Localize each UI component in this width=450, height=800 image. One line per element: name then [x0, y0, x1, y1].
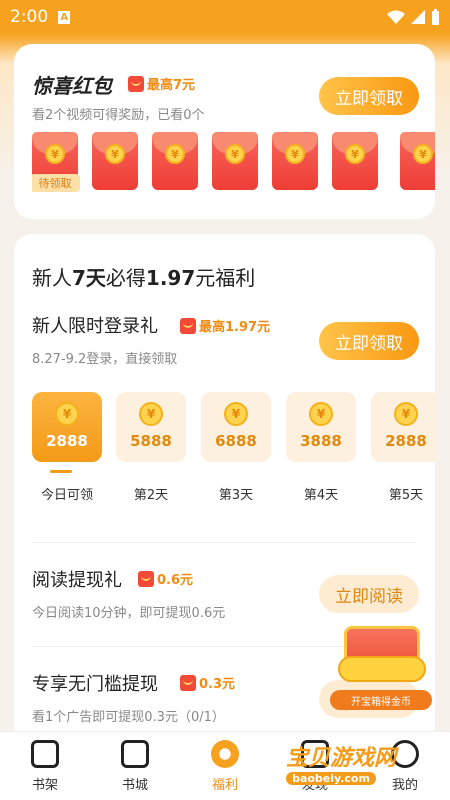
packet-list: ¥ 待领取 ¥ ¥ ¥ ¥ ¥ ¥ [32, 132, 435, 237]
watermark-logo: 宝贝游戏网 baobeiy.com [286, 746, 397, 785]
coin-icon: ¥ [45, 144, 65, 164]
status-bar: 2:00 A [0, 0, 450, 34]
gold-coins-icon [338, 656, 426, 682]
free-withdraw-title: 专享无门槛提现 [32, 674, 158, 695]
coin-icon: ¥ [345, 144, 365, 164]
tab-welfare[interactable]: 福利 [185, 740, 265, 793]
battery-icon [432, 9, 439, 25]
free-withdraw-badge-text: 0.3元 [199, 677, 236, 692]
login-gift-title: 新人限时登录礼 [32, 316, 158, 337]
newbie-heading: 新人7天必得1.97元福利 [32, 266, 256, 290]
day-label: 第3天 [218, 488, 254, 503]
day-reward-3[interactable]: ¥6888 [201, 392, 271, 462]
surprise-badge-text: 最高7元 [147, 78, 196, 93]
red-envelope-icon [180, 674, 196, 691]
red-packet[interactable]: ¥ [92, 132, 138, 190]
active-day-indicator [50, 470, 72, 473]
bookshelf-icon [31, 740, 59, 768]
login-gift-badge-text: 最高1.97元 [199, 320, 271, 335]
coin-icon: ¥ [105, 144, 125, 164]
red-envelope-icon [128, 75, 144, 92]
notification-icon: A [58, 10, 71, 24]
coin-icon: ¥ [413, 144, 433, 164]
coin-icon: ¥ [139, 402, 163, 426]
reward-amount: 5888 [130, 432, 172, 450]
treasure-chest-widget[interactable]: 开宝箱得金币 [330, 622, 432, 714]
day-reward-4[interactable]: ¥3888 [286, 392, 356, 462]
packet-tag: 待领取 [32, 174, 80, 192]
reward-amount: 2888 [385, 432, 427, 450]
login-claim-button[interactable]: 立即领取 [319, 322, 419, 360]
login-gift-subtitle: 8.27-9.2登录，直接领取 [32, 352, 178, 367]
surprise-subtitle: 看2个视频可得奖励，已看0个 [32, 108, 205, 123]
welfare-icon [211, 740, 239, 768]
red-envelope-icon [180, 317, 196, 334]
wifi-icon [387, 10, 405, 24]
reward-amount: 6888 [215, 432, 257, 450]
red-packet[interactable]: ¥ [332, 132, 378, 190]
surprise-packet-card: 惊喜红包 最高7元 看2个视频可得奖励，已看0个 立即领取 ¥ 待领取 ¥ ¥ ¥… [14, 44, 435, 219]
red-packet[interactable]: ¥ [272, 132, 318, 190]
red-packet[interactable]: ¥ 待领取 [32, 132, 80, 192]
day-label: 第4天 [303, 488, 339, 503]
tab-bookshelf[interactable]: 书架 [5, 740, 85, 793]
login-gift-badge: 最高1.97元 [180, 316, 270, 335]
surprise-title: 惊喜红包 [32, 74, 112, 98]
reading-subtitle: 今日阅读10分钟，即可提现0.6元 [32, 606, 226, 621]
coin-icon: ¥ [285, 144, 305, 164]
reading-badge-text: 0.6元 [157, 573, 194, 588]
day-reward-5[interactable]: ¥2888 [371, 392, 435, 462]
red-packet[interactable]: ¥ [400, 132, 435, 190]
signal-icon [411, 10, 425, 24]
reading-button[interactable]: 立即阅读 [319, 575, 419, 613]
treasure-chest-label: 开宝箱得金币 [330, 690, 432, 710]
coin-icon: ¥ [394, 402, 418, 426]
coin-icon: ¥ [224, 402, 248, 426]
day-label: 第5天 [388, 488, 424, 503]
red-envelope-icon [138, 570, 154, 587]
day-reward-1[interactable]: ¥2888 [32, 392, 102, 462]
reading-badge: 0.6元 [138, 569, 193, 588]
bookstore-icon [121, 740, 149, 768]
reward-amount: 2888 [46, 432, 88, 450]
tab-label: 书城 [121, 778, 148, 793]
day-label: 今日可领 [40, 488, 93, 503]
surprise-badge: 最高7元 [128, 74, 195, 93]
red-packet[interactable]: ¥ [152, 132, 198, 190]
status-time: 2:00 [10, 7, 49, 27]
status-icons [387, 9, 440, 25]
red-packet[interactable]: ¥ [212, 132, 258, 190]
divider [32, 542, 417, 543]
coin-icon: ¥ [55, 402, 79, 426]
tab-label: 福利 [211, 778, 238, 793]
coin-icon: ¥ [309, 402, 333, 426]
tab-bookstore[interactable]: 书城 [95, 740, 175, 793]
coin-icon: ¥ [225, 144, 245, 164]
daily-rewards: ¥2888 ¥5888 ¥6888 ¥3888 ¥2888 今日可领 第2天 第… [32, 392, 435, 512]
day-label: 第2天 [133, 488, 169, 503]
tab-label: 书架 [31, 778, 58, 793]
free-withdraw-badge: 0.3元 [180, 673, 235, 692]
surprise-claim-button[interactable]: 立即领取 [319, 77, 419, 115]
coin-icon: ¥ [165, 144, 185, 164]
reading-title: 阅读提现礼 [32, 570, 122, 591]
day-reward-2[interactable]: ¥5888 [116, 392, 186, 462]
reward-amount: 3888 [300, 432, 342, 450]
free-withdraw-subtitle: 看1个广告即可提现0.3元（0/1） [32, 710, 225, 725]
